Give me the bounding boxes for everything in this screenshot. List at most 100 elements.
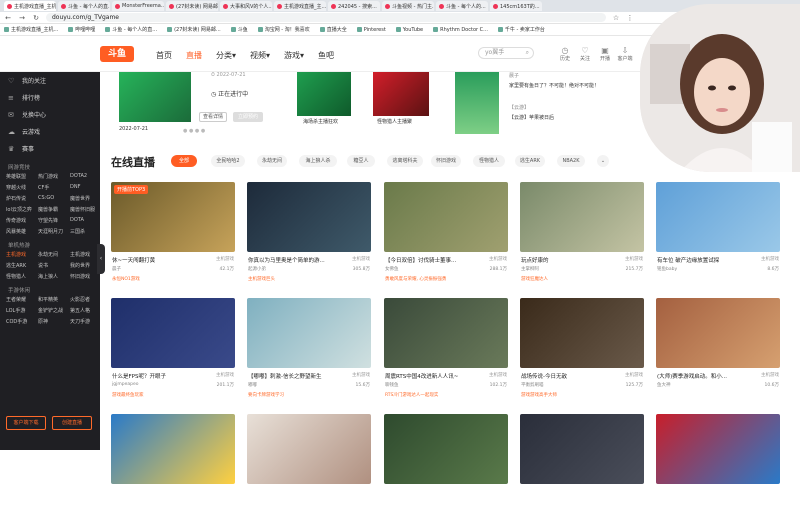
bookmark-item[interactable]: Pinterest xyxy=(356,27,386,33)
menu-icon[interactable]: ⋮ xyxy=(626,14,634,22)
carousel-image-2[interactable] xyxy=(297,72,351,116)
nav-yuba[interactable]: 鱼吧 xyxy=(318,50,334,61)
sidebar-category-link[interactable]: 热门游戏 xyxy=(38,173,70,180)
nav-home[interactable]: 首页 xyxy=(156,50,172,61)
browser-tab[interactable]: 主机游戏直播_主... xyxy=(274,1,326,11)
live-card[interactable]: 【今日双倍】讨伐骑士董事... 主机游戏 女佛鱼 288.1万 勇敢风度与荣耀, 心灵振… xyxy=(384,182,508,300)
filter-chip[interactable]: 逃生ARK xyxy=(515,155,545,167)
sidebar-category-link[interactable]: 英雄联盟 xyxy=(6,173,38,180)
bookmark-item[interactable]: 斗鱼 xyxy=(230,26,248,33)
sidebar-category-link[interactable]: 第五人格 xyxy=(70,307,102,314)
nav-category[interactable]: 分类▾ xyxy=(216,50,236,61)
filter-chip[interactable]: 怪物猎人 xyxy=(473,155,505,167)
sidebar-category-link[interactable]: lol云顶之弈 xyxy=(6,206,38,213)
live-thumbnail[interactable] xyxy=(384,414,508,484)
sidebar-category-link[interactable]: COD手游 xyxy=(6,318,38,325)
live-thumbnail[interactable] xyxy=(520,414,644,484)
live-thumbnail[interactable] xyxy=(656,414,780,484)
live-thumbnail[interactable] xyxy=(520,182,644,252)
live-card[interactable]: 你真以为马里奥是个简单的游... 主机游戏 起源小弟 305.8万 主机游戏巨头 xyxy=(247,182,371,300)
filter-chip[interactable]: 逃离塔科夫 xyxy=(387,155,423,167)
live-card[interactable]: 战场传说-今日无敌 主机游戏 平衡剪刷喵 125.7万 游戏游戏高手大师 xyxy=(520,298,644,416)
sidebar-category-link[interactable]: 穿越火线 xyxy=(6,184,38,191)
create-live-button[interactable]: 创建直播 xyxy=(52,416,92,430)
bookmark-item[interactable]: 主机游戏直播_主机... xyxy=(4,26,58,33)
live-thumbnail[interactable] xyxy=(656,182,780,252)
live-card[interactable]: 开播前TOP3 休~一天闯翻打黄 主机游戏 晨子 42.1万 永恒NO1游戏 xyxy=(111,182,235,300)
sidebar-category-link[interactable]: 天涯明月刀 xyxy=(38,228,70,235)
live-card[interactable]: 有车位 破产边缘放置试探 主机游戏 铭鱼baby 8.6万 xyxy=(656,182,780,300)
history-button[interactable]: ◷ 历史 xyxy=(556,46,574,62)
sidebar-category-link[interactable]: 魔兽世界 xyxy=(70,195,102,202)
sidebar-item[interactable]: ♛ 赛事 xyxy=(0,140,100,157)
browser-tab[interactable]: 斗鱼 - 每个人的直... xyxy=(58,1,110,11)
live-thumbnail[interactable]: 开播前TOP3 xyxy=(111,182,235,252)
star-icon[interactable]: ☆ xyxy=(612,14,620,22)
sidebar-item[interactable]: ☁ 云游戏 xyxy=(0,123,100,140)
live-thumbnail[interactable] xyxy=(247,414,371,484)
sidebar-category-link[interactable]: 传奇游戏 xyxy=(6,217,38,224)
sidebar-item[interactable]: ♡ 我的关注 xyxy=(0,72,100,89)
live-thumbnail[interactable] xyxy=(656,298,780,368)
sidebar-category-link[interactable]: LOL手游 xyxy=(6,307,38,314)
bookmark-item[interactable]: 斗鱼 - 每个人的直... xyxy=(105,26,157,33)
search-icon[interactable]: ⌕ xyxy=(526,48,529,58)
nav-video[interactable]: 视频▾ xyxy=(250,50,270,61)
nav-game[interactable]: 游戏▾ xyxy=(284,50,304,61)
reserve-button[interactable]: 立即预约 xyxy=(233,112,263,122)
browser-tab[interactable]: (27封未读) 网易邮... xyxy=(166,1,218,11)
back-icon[interactable]: ← xyxy=(4,14,12,22)
live-card[interactable] xyxy=(111,414,235,532)
chevron-down-icon[interactable]: ⌄ xyxy=(597,155,609,167)
url-input[interactable]: douyu.com/g_TVgame xyxy=(46,13,606,22)
sidebar-category-link[interactable]: DNF xyxy=(70,184,102,191)
live-card[interactable] xyxy=(656,414,780,532)
live-card[interactable]: 玩点好康的 主机游戏 主掌柳阿 215.7万 游戏狂魔达人 xyxy=(520,182,644,300)
sidebar-category-link[interactable]: 火影忍者 xyxy=(70,296,102,303)
live-card[interactable] xyxy=(247,414,371,532)
live-thumbnail[interactable] xyxy=(247,298,371,368)
sidebar-category-link[interactable]: 海上狼人 xyxy=(38,273,70,280)
live-card[interactable]: 什么是FPS呢？开眼子 主机游戏 jgjmpeapeo 201.1万 游戏最终鱼玩家 xyxy=(111,298,235,416)
live-thumbnail[interactable] xyxy=(520,298,644,368)
sidebar-category-link[interactable]: 主机游戏 xyxy=(6,251,38,258)
carousel-image-4[interactable] xyxy=(455,72,499,134)
bookmark-item[interactable]: 淘宝网 - 淘！我喜欢 xyxy=(257,26,310,33)
carousel-image-1[interactable] xyxy=(119,72,191,122)
live-thumbnail[interactable] xyxy=(384,182,508,252)
sidebar-category-link[interactable]: 魔兽争霸 xyxy=(38,206,70,213)
live-card[interactable] xyxy=(520,414,644,532)
sidebar-category-link[interactable]: 魔兽怀旧服 xyxy=(70,206,102,213)
follow-button[interactable]: ♡ 关注 xyxy=(576,46,594,62)
live-card[interactable]: (大师)赛季游戏启动。和小... 主机游戏 鱼大神 10.6万 xyxy=(656,298,780,416)
live-thumbnail[interactable] xyxy=(111,298,235,368)
sidebar-category-link[interactable]: 和平精英 xyxy=(38,296,70,303)
filter-chip[interactable]: 怀旧游戏 xyxy=(431,155,461,167)
sidebar-category-link[interactable]: 金铲铲之战 xyxy=(38,307,70,314)
sidebar-category-link[interactable]: CS:GO xyxy=(38,195,70,202)
bookmark-item[interactable]: YouTube xyxy=(395,27,423,33)
filter-chip[interactable]: 海上狼人杀 xyxy=(299,155,337,167)
live-card[interactable]: 【嘟嘟】刺激-信长之野望新生 主机游戏 嘟嘟 15.6万 要向卡牌游戏学习 xyxy=(247,298,371,416)
sidebar-category-link[interactable]: 说书 xyxy=(38,262,70,269)
forward-icon[interactable]: → xyxy=(18,14,26,22)
carousel-image-3[interactable] xyxy=(373,72,429,116)
douyu-logo[interactable]: 斗鱼 xyxy=(100,46,134,62)
sidebar-category-link[interactable]: 炉石传说 xyxy=(6,195,38,202)
sidebar-category-link[interactable]: 怪物猎人 xyxy=(6,273,38,280)
bookmark-item[interactable]: 直播大全 xyxy=(319,26,347,33)
client-button[interactable]: ⇩ 客户端 xyxy=(616,46,634,62)
go-live-button[interactable]: ▣ 开播 xyxy=(596,46,614,62)
browser-tab[interactable]: MonsterFreema... xyxy=(112,1,164,11)
sidebar-category-link[interactable]: 逃生ARK xyxy=(6,262,38,269)
search-input[interactable]: yo翼手 ⌕ xyxy=(478,47,534,59)
browser-tab[interactable]: 斗鱼视频 - 热门主... xyxy=(382,1,434,11)
sidebar-category-link[interactable]: 三国杀 xyxy=(70,228,102,235)
filter-chip[interactable]: 全部 xyxy=(171,155,197,167)
filter-chip[interactable]: 糖豆人 xyxy=(347,155,375,167)
sidebar-category-link[interactable]: 守望先锋 xyxy=(38,217,70,224)
filter-chip[interactable]: 永劫无间 xyxy=(257,155,287,167)
sidebar-category-link[interactable]: CF手 xyxy=(38,184,70,191)
sidebar-category-link[interactable]: 怀旧游戏 xyxy=(70,273,102,280)
bookmark-item[interactable]: Rhythm Doctor C... xyxy=(433,27,488,33)
